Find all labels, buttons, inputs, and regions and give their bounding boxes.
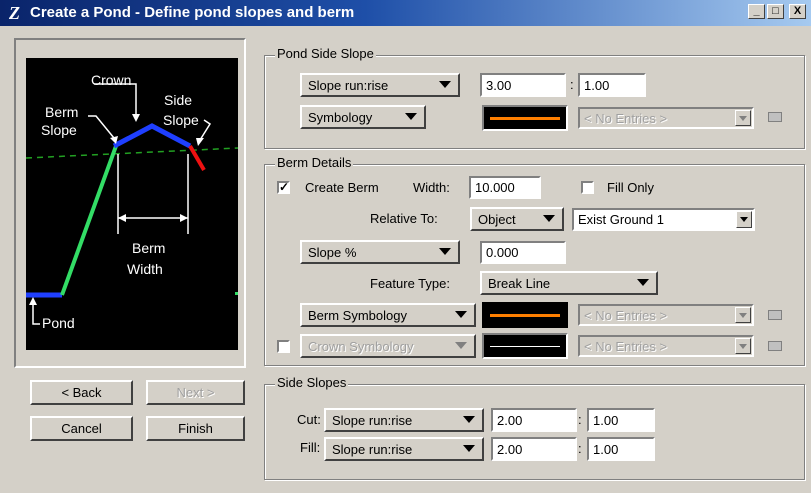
berm-slope-label-line1: Berm bbox=[45, 104, 79, 120]
feature-type-value: Break Line bbox=[488, 275, 551, 291]
chevron-down-icon bbox=[637, 279, 649, 286]
berm-symbology-value: Berm Symbology bbox=[308, 307, 407, 323]
window-title: Create a Pond - Define pond slopes and b… bbox=[30, 4, 355, 21]
side-slopes-group bbox=[264, 384, 805, 480]
crown-symbology-dropdown[interactable]: Crown Symbology bbox=[300, 334, 476, 358]
crown-entries-combo[interactable]: < No Entries > bbox=[578, 335, 754, 357]
cancel-button[interactable]: Cancel bbox=[30, 416, 133, 441]
berm-slope-mode-value: Slope % bbox=[308, 244, 357, 260]
pond-entries-value: < No Entries > bbox=[584, 110, 668, 126]
cut-rise-input[interactable]: 1.00 bbox=[587, 408, 655, 432]
chevron-down-icon bbox=[455, 342, 467, 349]
chevron-down-icon bbox=[405, 113, 417, 120]
berm-entries-value: < No Entries > bbox=[584, 307, 668, 323]
berm-slope-mode-dropdown[interactable]: Slope % bbox=[300, 240, 460, 264]
create-berm-checkbox[interactable]: ✓ bbox=[277, 181, 290, 194]
combo-arrow-icon bbox=[735, 110, 751, 126]
pond-slope-rise-input[interactable]: 1.00 bbox=[578, 73, 646, 97]
pond-entries-combo[interactable]: < No Entries > bbox=[578, 107, 754, 129]
combo-arrow-icon bbox=[735, 307, 751, 323]
relative-to-value: Object bbox=[478, 211, 516, 227]
crown-symbology-swatch[interactable] bbox=[482, 333, 568, 359]
fill-label: Fill: bbox=[300, 440, 321, 455]
crown-symbology-list-icon[interactable] bbox=[768, 341, 782, 351]
crown-symbology-checkbox[interactable] bbox=[277, 340, 290, 353]
pond-side-slope-group bbox=[264, 55, 805, 149]
cut-slope-mode-dropdown[interactable]: Slope run:rise bbox=[324, 408, 484, 432]
cut-colon: : bbox=[578, 412, 582, 427]
combo-arrow-icon bbox=[736, 211, 752, 228]
pond-label: Pond bbox=[42, 315, 75, 331]
berm-width-label-line1: Berm bbox=[132, 240, 166, 256]
fill-run-input[interactable]: 2.00 bbox=[491, 437, 577, 461]
berm-width-label-line2: Width bbox=[127, 261, 163, 277]
berm-symbology-dropdown[interactable]: Berm Symbology bbox=[300, 303, 476, 327]
berm-details-label: Berm Details bbox=[275, 155, 354, 170]
chevron-down-icon bbox=[439, 81, 451, 88]
chevron-down-icon bbox=[463, 445, 475, 452]
side-slope-label-line1: Side bbox=[164, 92, 193, 108]
berm-symbology-list-icon[interactable] bbox=[768, 310, 782, 320]
berm-slope-input[interactable]: 0.000 bbox=[480, 241, 566, 264]
cut-label: Cut: bbox=[297, 412, 321, 427]
pond-symbology-value: Symbology bbox=[308, 109, 373, 125]
combo-arrow-icon bbox=[735, 338, 751, 354]
finish-button[interactable]: Finish bbox=[146, 416, 245, 441]
back-button[interactable]: < Back bbox=[30, 380, 133, 405]
relative-to-dropdown[interactable]: Object bbox=[470, 207, 564, 231]
side-slopes-label: Side Slopes bbox=[275, 375, 349, 390]
pond-diagram bbox=[26, 58, 238, 350]
pond-side-slope-label: Pond Side Slope bbox=[275, 46, 376, 61]
cut-slope-mode-value: Slope run:rise bbox=[332, 412, 413, 428]
close-button[interactable]: X bbox=[789, 4, 806, 19]
fill-slope-mode-value: Slope run:rise bbox=[332, 441, 413, 457]
crown-symbology-value: Crown Symbology bbox=[308, 338, 414, 354]
pond-symbology-swatch[interactable] bbox=[482, 105, 568, 131]
surface-value: Exist Ground 1 bbox=[578, 212, 664, 227]
surface-combo[interactable]: Exist Ground 1 bbox=[572, 208, 755, 231]
berm-width-field-label: Width: bbox=[413, 180, 450, 195]
pond-slope-mode-value: Slope run:rise bbox=[308, 77, 389, 93]
create-berm-label: Create Berm bbox=[305, 180, 379, 195]
chevron-down-icon bbox=[439, 248, 451, 255]
pond-symbology-line bbox=[490, 117, 560, 120]
crown-symbology-line bbox=[490, 346, 560, 347]
pond-slope-mode-dropdown[interactable]: Slope run:rise bbox=[300, 73, 460, 97]
crown-label: Crown bbox=[91, 72, 132, 88]
fill-slope-mode-dropdown[interactable]: Slope run:rise bbox=[324, 437, 484, 461]
cut-run-input[interactable]: 2.00 bbox=[491, 408, 577, 432]
crown-entries-value: < No Entries > bbox=[584, 338, 668, 354]
next-button[interactable]: Next > bbox=[146, 380, 245, 405]
chevron-down-icon bbox=[543, 215, 555, 222]
fill-only-checkbox[interactable] bbox=[581, 181, 594, 194]
berm-slope-label-line2: Slope bbox=[41, 122, 77, 138]
berm-symbology-swatch[interactable] bbox=[482, 302, 568, 328]
side-slope-label-line2: Slope bbox=[163, 112, 199, 128]
pond-symbology-dropdown[interactable]: Symbology bbox=[300, 105, 426, 129]
fill-rise-input[interactable]: 1.00 bbox=[587, 437, 655, 461]
feature-type-dropdown[interactable]: Break Line bbox=[480, 271, 658, 295]
berm-width-input[interactable]: 10.000 bbox=[469, 176, 541, 199]
chevron-down-icon bbox=[455, 311, 467, 318]
maximize-button[interactable]: □ bbox=[767, 4, 784, 19]
berm-symbology-line bbox=[490, 314, 560, 317]
symbology-list-icon[interactable] bbox=[768, 112, 782, 122]
app-logo-icon: Z bbox=[8, 4, 20, 22]
chevron-down-icon bbox=[463, 416, 475, 423]
minimize-button[interactable]: _ bbox=[748, 4, 765, 19]
fill-colon: : bbox=[578, 441, 582, 456]
feature-type-label: Feature Type: bbox=[370, 276, 450, 291]
relative-to-label: Relative To: bbox=[370, 211, 438, 226]
berm-entries-combo[interactable]: < No Entries > bbox=[578, 304, 754, 326]
pond-slope-colon: : bbox=[570, 77, 574, 92]
pond-slope-run-input[interactable]: 3.00 bbox=[480, 73, 566, 97]
fill-only-label: Fill Only bbox=[607, 180, 654, 195]
svg-text:Z: Z bbox=[8, 4, 20, 22]
